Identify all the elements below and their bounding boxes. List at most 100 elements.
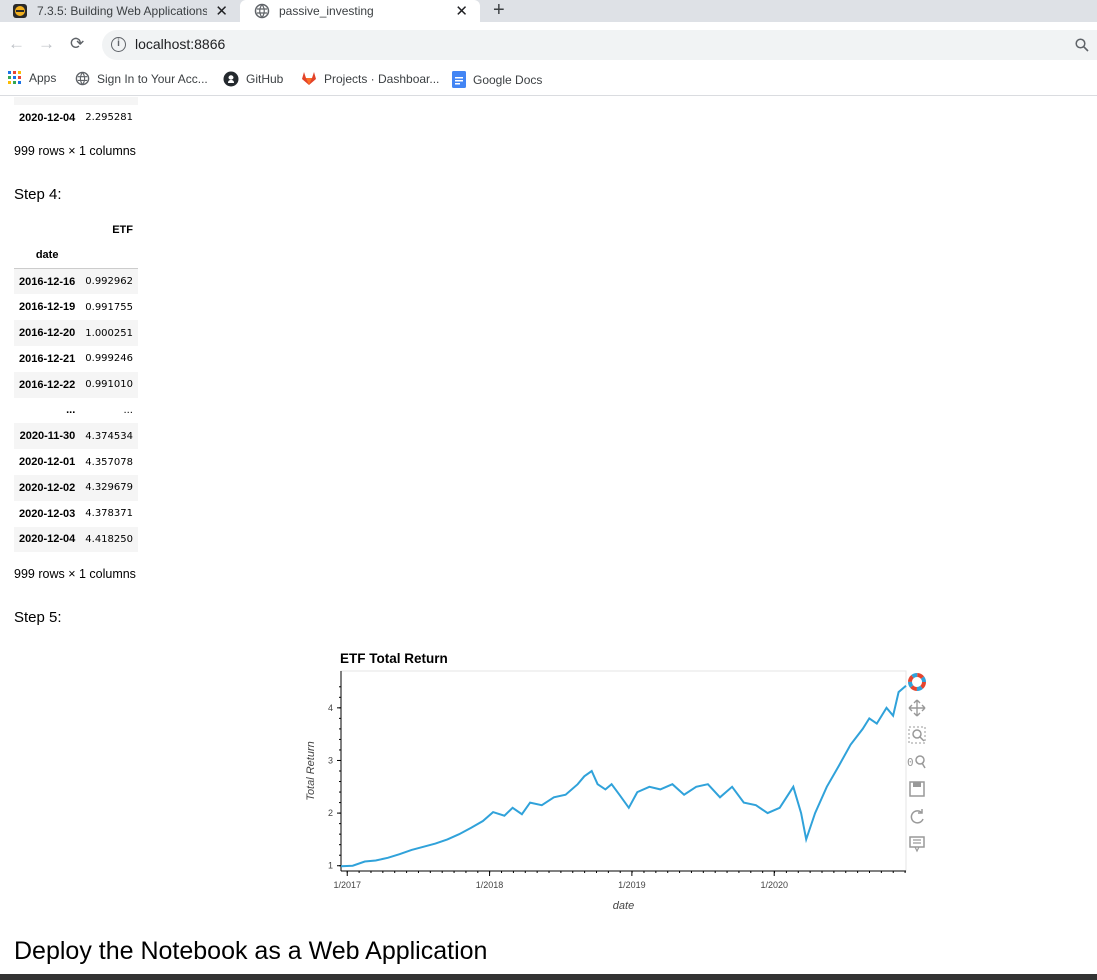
row-index: 2020-12-02 bbox=[19, 481, 76, 494]
y-tick-label: 4 bbox=[328, 703, 333, 713]
bokeh-logo-icon[interactable] bbox=[907, 672, 927, 692]
table-row: 2020-12-04 2.295281 bbox=[14, 105, 138, 131]
row-index: 2020-12-04 bbox=[19, 111, 76, 124]
deploy-heading: Deploy the Notebook as a Web Application bbox=[14, 937, 488, 965]
zoom-icon[interactable] bbox=[1075, 38, 1089, 52]
y-axis-label: Total Return bbox=[305, 741, 317, 801]
save-icon[interactable] bbox=[907, 779, 927, 799]
row-index: 2016-12-22 bbox=[19, 378, 76, 391]
bookmarks-bar: Apps Sign In to Your Acc... GitHub Proje… bbox=[0, 66, 1097, 96]
new-tab-icon[interactable]: + bbox=[493, 0, 505, 22]
row-value: 4.418250 bbox=[85, 533, 133, 545]
browser-toolbar: ← → ⟳ i localhost:8866 bbox=[0, 22, 1097, 66]
row-value: 0.999246 bbox=[85, 353, 133, 365]
step-5-heading: Step 5: bbox=[14, 609, 62, 626]
table-row: 2016-12-20 1.000251 bbox=[14, 320, 138, 346]
reset-icon[interactable] bbox=[907, 807, 927, 827]
bookmark-label: Google Docs bbox=[473, 72, 543, 87]
tab-title: 7.3.5: Building Web Applications bbox=[37, 4, 207, 18]
globe-icon bbox=[75, 71, 90, 86]
bookmark-sign-in[interactable]: Sign In to Your Acc... bbox=[75, 71, 208, 86]
bookmark-label: Projects · Dashboar... bbox=[324, 71, 440, 86]
url-text[interactable]: localhost:8866 bbox=[135, 36, 225, 52]
x-tick-label: 1/2020 bbox=[760, 880, 788, 890]
apps-grid-icon bbox=[8, 71, 21, 84]
table-row: 2016-12-19 0.991755 bbox=[14, 294, 138, 320]
table-row: 2016-12-22 0.991010 bbox=[14, 371, 138, 398]
y-tick-label: 2 bbox=[328, 808, 333, 818]
bookmark-label: GitHub bbox=[246, 72, 284, 86]
row-value: 0.991755 bbox=[85, 301, 133, 313]
tab-strip: 7.3.5: Building Web Applications ✕ passi… bbox=[0, 0, 1097, 22]
index-name: date bbox=[35, 249, 59, 262]
bookmark-github[interactable]: GitHub bbox=[223, 71, 283, 87]
bookmark-google-docs[interactable]: Google Docs bbox=[452, 71, 542, 88]
bookmark-label: Sign In to Your Acc... bbox=[97, 71, 208, 86]
tab-building-web-applications[interactable]: 7.3.5: Building Web Applications ✕ bbox=[0, 0, 240, 22]
close-tab-icon[interactable]: ✕ bbox=[215, 2, 228, 20]
table-row: 2020-12-02 4.329679 bbox=[14, 474, 138, 501]
step-4-heading: Step 4: bbox=[14, 186, 62, 203]
table-row: ...... bbox=[14, 398, 138, 424]
row-index: 2016-12-21 bbox=[19, 352, 76, 365]
row-index: 2020-12-01 bbox=[19, 456, 76, 469]
row-index: 2020-12-03 bbox=[19, 507, 76, 520]
index-name-row: date bbox=[14, 243, 138, 269]
row-value: 4.357078 bbox=[85, 456, 133, 468]
y-tick-label: 1 bbox=[328, 861, 333, 871]
table-row bbox=[14, 97, 138, 105]
row-value: 4.378371 bbox=[85, 508, 133, 520]
x-tick-label: 1/2018 bbox=[476, 880, 504, 890]
row-value: 4.374534 bbox=[85, 430, 133, 442]
table-row: 2020-11-30 4.374534 bbox=[14, 423, 138, 450]
page-bottom-border bbox=[0, 974, 1097, 980]
pan-icon[interactable] bbox=[907, 698, 927, 718]
dataframe-shape: 999 rows × 1 columns bbox=[14, 144, 136, 158]
forward-arrow-icon[interactable]: → bbox=[38, 34, 55, 54]
close-tab-icon[interactable]: ✕ bbox=[455, 2, 468, 20]
wheel-zoom-icon[interactable]: 0 bbox=[907, 752, 927, 772]
plot-frame bbox=[340, 670, 907, 872]
row-index: ... bbox=[66, 404, 76, 417]
row-value: 0.992962 bbox=[85, 276, 133, 288]
row-index: 2020-11-30 bbox=[19, 430, 76, 443]
dataframe-table-top: 2020-12-04 2.295281 bbox=[14, 97, 138, 131]
box-zoom-icon[interactable] bbox=[907, 725, 927, 745]
course-favicon-icon bbox=[13, 4, 27, 18]
reload-icon[interactable]: ⟳ bbox=[70, 34, 84, 54]
row-value: 0.991010 bbox=[85, 379, 133, 391]
table-header-row: ETF bbox=[14, 217, 138, 243]
gitlab-icon bbox=[302, 72, 316, 85]
column-header: ETF bbox=[112, 223, 133, 236]
github-icon bbox=[223, 71, 239, 87]
y-tick-label: 3 bbox=[328, 755, 333, 765]
table-row: 2020-12-01 4.357078 bbox=[14, 449, 138, 475]
back-arrow-icon[interactable]: ← bbox=[8, 34, 25, 54]
plot-area[interactable]: 1 2 3 4 1/2017 1/2018 1/2019 1/2020 date Total Re… bbox=[300, 645, 940, 925]
dataframe-table-step4: ETF date 2016-12-16 0.992962 2016-12-19 0.9… bbox=[14, 217, 138, 553]
row-value: 1.000251 bbox=[85, 327, 133, 339]
notebook-output: 2020-12-04 2.295281 999 rows × 1 columns… bbox=[0, 97, 1097, 980]
dataframe-shape: 999 rows × 1 columns bbox=[14, 567, 136, 581]
row-index: 2016-12-19 bbox=[19, 301, 76, 314]
hover-tooltip-icon[interactable] bbox=[907, 834, 927, 854]
table-row: 2020-12-04 4.418250 bbox=[14, 526, 138, 553]
tab-title: passive_investing bbox=[279, 4, 374, 18]
x-axis-label: date bbox=[613, 900, 634, 912]
bookmark-apps[interactable]: Apps bbox=[8, 71, 56, 85]
table-row: 2016-12-16 0.992962 bbox=[14, 268, 138, 295]
row-value: ... bbox=[123, 404, 133, 416]
table-row: 2020-12-03 4.378371 bbox=[14, 501, 138, 527]
bookmark-projects[interactable]: Projects · Dashboar... bbox=[301, 71, 439, 86]
bookmark-label: Apps bbox=[29, 71, 57, 85]
globe-icon bbox=[254, 3, 270, 19]
table-row: 2016-12-21 0.999246 bbox=[14, 346, 138, 372]
svg-text:0: 0 bbox=[907, 756, 914, 769]
etf-total-return-chart[interactable]: ETF Total Return 1 2 3 4 1/2017 1/2018 1/2019 1… bbox=[300, 645, 940, 925]
x-tick-label: 1/2017 bbox=[333, 880, 361, 890]
google-docs-icon bbox=[452, 71, 466, 88]
tab-passive-investing[interactable]: passive_investing ✕ bbox=[240, 0, 480, 22]
address-bar[interactable]: i localhost:8866 bbox=[102, 30, 1097, 60]
site-info-icon[interactable]: i bbox=[111, 37, 126, 52]
row-value: 4.329679 bbox=[85, 482, 133, 494]
